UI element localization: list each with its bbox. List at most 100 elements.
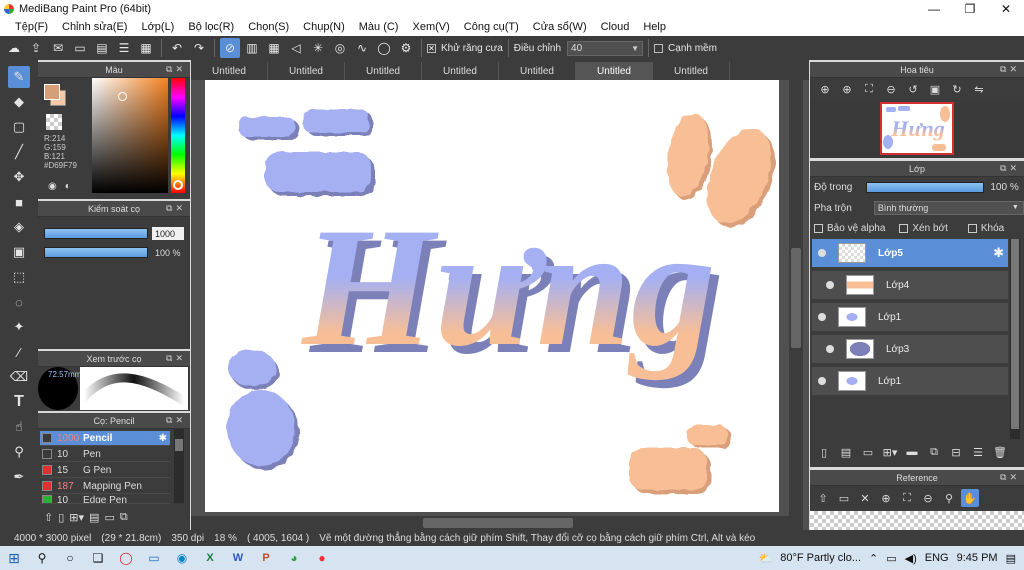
- brush-item-pencil[interactable]: 1000 Pencil ✱: [40, 431, 170, 446]
- reference-zoom-in-icon[interactable]: ⊕: [877, 489, 895, 507]
- palette-icons[interactable]: ◉◐: [48, 181, 79, 192]
- tab-untitled-2[interactable]: Untitled: [268, 62, 345, 80]
- select-eraser-tool-icon[interactable]: ⌫: [8, 366, 30, 388]
- correction-select[interactable]: 40 ▼: [567, 40, 644, 56]
- new-halftone-layer-icon[interactable]: ▤: [838, 444, 854, 460]
- delete-layer-icon[interactable]: 🗑: [992, 444, 1008, 460]
- layer-visibility-icon[interactable]: [818, 313, 826, 321]
- layer-visibility-icon[interactable]: [826, 281, 834, 289]
- word-icon[interactable]: W: [224, 546, 252, 570]
- brush-list-scrollbar[interactable]: [174, 429, 184, 503]
- maximize-button[interactable]: ❐: [952, 0, 988, 18]
- parallel-snap-icon[interactable]: ▥: [242, 38, 262, 58]
- list-icon[interactable]: ☰: [114, 38, 134, 58]
- reference-zoom-out-icon[interactable]: ⊖: [919, 489, 937, 507]
- cortana-icon[interactable]: ○: [56, 546, 84, 570]
- reference-close-icon[interactable]: ✕: [856, 489, 874, 507]
- opera-icon[interactable]: ◯: [112, 546, 140, 570]
- brush-item-pen[interactable]: 10 Pen: [40, 447, 170, 462]
- tab-untitled-1[interactable]: Untitled: [191, 62, 268, 80]
- snap-off-icon[interactable]: ⊘: [220, 38, 240, 58]
- panel-popout-close-icons[interactable]: ⧉✕: [166, 353, 186, 364]
- panel-popout-close-icons[interactable]: ⧉✕: [166, 203, 186, 214]
- menu-color[interactable]: Màu (C): [352, 21, 406, 33]
- vanishing-snap-icon[interactable]: ◁: [286, 38, 306, 58]
- menu-window[interactable]: Cửa sổ(W): [526, 21, 594, 33]
- menu-snap[interactable]: Chụp(N): [296, 21, 352, 33]
- brush-item-edge-pen[interactable]: 10 Edge Pen: [40, 495, 170, 504]
- menu-file[interactable]: Tệp(F): [8, 21, 55, 33]
- protect-alpha-checkbox[interactable]: [814, 224, 823, 233]
- magic-wand-tool-icon[interactable]: ✦: [8, 316, 30, 338]
- actual-size-icon[interactable]: ▣: [926, 81, 944, 97]
- tab-untitled-4[interactable]: Untitled: [422, 62, 499, 80]
- comment-icon[interactable]: ✉: [48, 38, 68, 58]
- cloud-brush-icon[interactable]: ⇧: [44, 511, 53, 524]
- network-icon[interactable]: ▭: [886, 552, 896, 565]
- gradient-tool-icon[interactable]: ▣: [8, 241, 30, 263]
- menu-layer[interactable]: Lớp(L): [134, 21, 181, 33]
- zoom-in-alt-icon[interactable]: ⊕: [838, 81, 856, 97]
- color-picker-marker[interactable]: [118, 92, 127, 101]
- lasso-tool-icon[interactable]: ◌: [8, 291, 30, 313]
- foreground-color-swatch[interactable]: [44, 84, 60, 100]
- scrollbar-thumb[interactable]: [791, 248, 801, 348]
- merge-layer-icon[interactable]: ⊟: [948, 444, 964, 460]
- rectangle-tool-icon[interactable]: ▢: [8, 116, 30, 138]
- layer-visibility-icon[interactable]: [826, 345, 834, 353]
- panel-popout-close-icons[interactable]: ⧉✕: [1000, 472, 1020, 483]
- excel-icon[interactable]: X: [196, 546, 224, 570]
- text-tool-icon[interactable]: T: [8, 391, 30, 413]
- layer-settings-gear-icon[interactable]: ✱: [993, 245, 1004, 261]
- reference-view[interactable]: [810, 511, 1024, 530]
- move-tool-icon[interactable]: ✥: [8, 166, 30, 188]
- menu-select[interactable]: Chọn(S): [241, 21, 296, 33]
- cloud-icon[interactable]: ☁: [4, 38, 24, 58]
- zoom-in-icon[interactable]: ⊕: [816, 81, 834, 97]
- menu-help[interactable]: Help: [636, 21, 673, 33]
- volume-icon[interactable]: ◀): [905, 552, 917, 565]
- scrollbar-thumb[interactable]: [175, 439, 183, 451]
- bucket-tool-icon[interactable]: ◈: [8, 216, 30, 238]
- soft-edge-checkbox[interactable]: [654, 43, 664, 53]
- scrollbar-thumb[interactable]: [1011, 239, 1019, 429]
- tray-chevron-icon[interactable]: ⌃: [869, 552, 878, 565]
- search-icon[interactable]: ⚲: [28, 546, 56, 570]
- brush-tool-icon[interactable]: ✎: [8, 66, 30, 88]
- chat-icon[interactable]: ▭: [70, 38, 90, 58]
- saturation-value-picker[interactable]: [92, 78, 168, 193]
- drawing-canvas[interactable]: Hưng Hưng: [205, 80, 779, 512]
- grid-icon[interactable]: ▦: [136, 38, 156, 58]
- pen-nib-tool-icon[interactable]: ✒: [8, 466, 30, 488]
- brush-opacity-slider[interactable]: [44, 247, 148, 258]
- hue-slider-handle[interactable]: [173, 180, 183, 190]
- menu-filter[interactable]: Bộ lọc(R): [181, 21, 241, 33]
- weather-text[interactable]: 80°F Partly clo...: [780, 552, 861, 564]
- clipping-checkbox[interactable]: [899, 224, 909, 233]
- brush-item-g-pen[interactable]: 15 G Pen: [40, 463, 170, 478]
- menu-edit[interactable]: Chỉnh sửa(E): [55, 21, 134, 33]
- tab-untitled-6[interactable]: Untitled: [576, 62, 653, 80]
- panel-popout-close-icons[interactable]: ⧉✕: [1000, 163, 1020, 174]
- radial-snap-icon[interactable]: ✳: [308, 38, 328, 58]
- input-language[interactable]: ENG: [925, 552, 949, 564]
- computer-icon[interactable]: ▭: [140, 546, 168, 570]
- settings-gear-icon[interactable]: ⚙: [396, 38, 416, 58]
- menu-tools[interactable]: Công cụ(T): [457, 21, 526, 33]
- add-brush-icon[interactable]: ⊞▾: [69, 511, 84, 524]
- curve-snap-icon[interactable]: ∿: [352, 38, 372, 58]
- new-brush-icon[interactable]: ▯: [58, 511, 64, 524]
- canvas-vertical-scrollbar[interactable]: [789, 80, 803, 516]
- panel-popout-close-icons[interactable]: ⧉✕: [166, 415, 186, 426]
- tab-untitled-3[interactable]: Untitled: [345, 62, 422, 80]
- cross-snap-icon[interactable]: ▦: [264, 38, 284, 58]
- task-view-icon[interactable]: ❏: [84, 546, 112, 570]
- layer-menu-icon[interactable]: ☰: [970, 444, 986, 460]
- scrollbar-thumb[interactable]: [423, 518, 573, 528]
- share-icon[interactable]: ⇪: [26, 38, 46, 58]
- brush-props-icon[interactable]: ▤: [89, 511, 99, 524]
- minimize-button[interactable]: —: [916, 0, 952, 18]
- new-folder-icon[interactable]: ▬: [904, 444, 920, 460]
- layer-visibility-icon[interactable]: [818, 249, 826, 257]
- ellipse-snap-icon[interactable]: ◯: [374, 38, 394, 58]
